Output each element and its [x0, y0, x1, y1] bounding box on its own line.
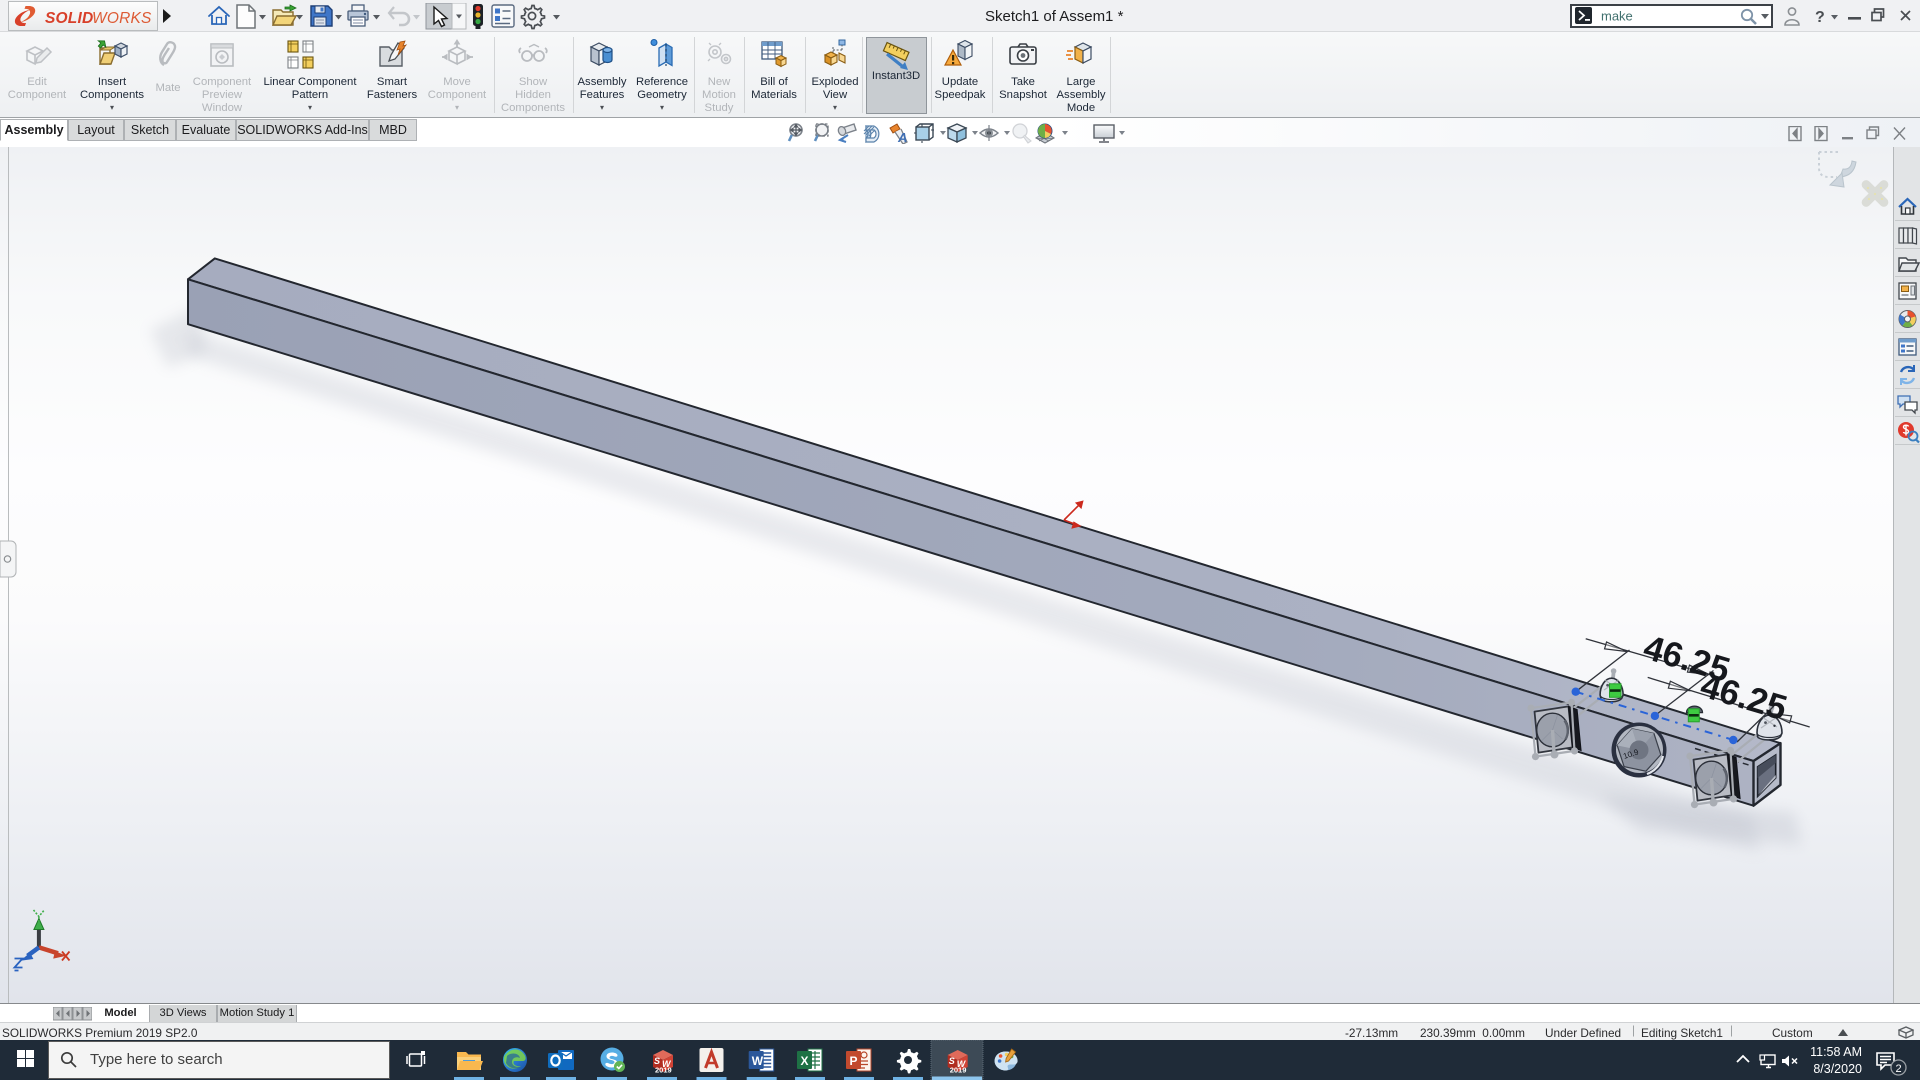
svg-text:2019: 2019: [950, 1066, 967, 1075]
svg-text:2019: 2019: [655, 1066, 672, 1075]
svg-text:?: ?: [1815, 9, 1825, 26]
svg-text:W: W: [752, 1054, 764, 1068]
svg-text:WORKS: WORKS: [92, 10, 152, 27]
svg-text:SOLID: SOLID: [45, 10, 93, 27]
svg-text:2: 2: [1896, 1063, 1902, 1075]
svg-text:S: S: [949, 1056, 955, 1066]
svg-text:S: S: [654, 1056, 660, 1066]
svg-text:A: A: [897, 130, 907, 144]
svg-text:46.25: 46.25: [1696, 666, 1791, 728]
svg-text:make: make: [1601, 9, 1633, 24]
svg-text:X: X: [801, 1054, 809, 1068]
svg-text:P: P: [850, 1054, 858, 1068]
